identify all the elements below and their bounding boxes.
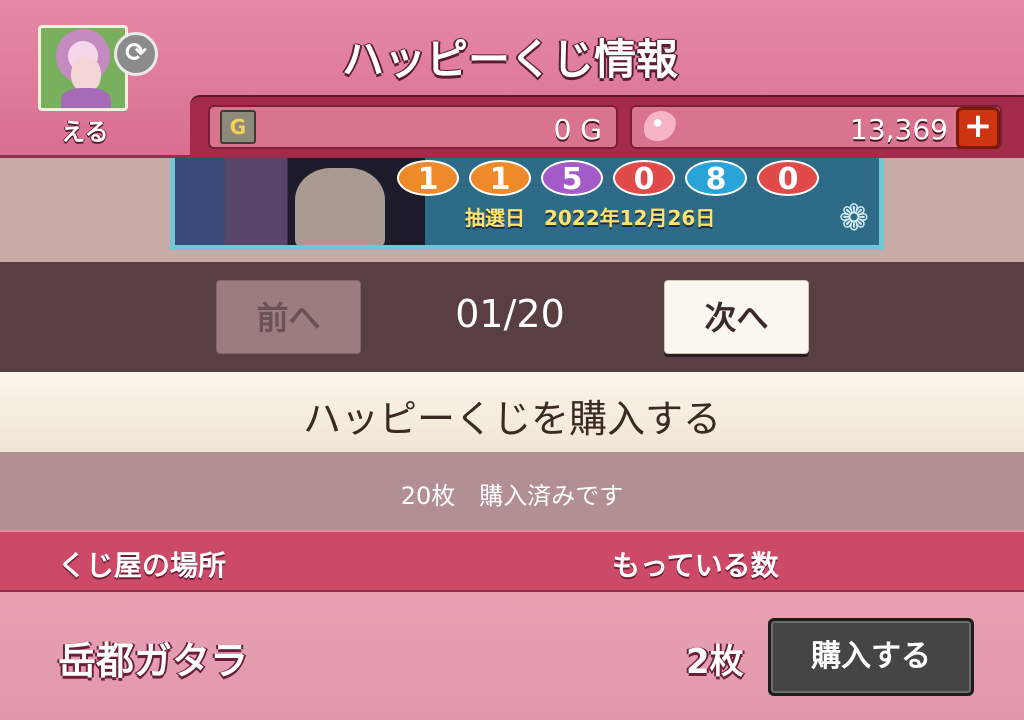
banner-artwork <box>175 158 425 245</box>
purchased-status: 20枚 購入済みです <box>400 482 624 510</box>
avatar[interactable] <box>38 25 128 111</box>
lottery-number-ball: 0 <box>757 160 819 197</box>
add-gem-button[interactable]: + <box>956 107 1000 149</box>
lottery-number-ball: 0 <box>613 160 675 197</box>
draw-date-label: 抽選日 <box>465 206 525 230</box>
table-row: 岳都ガタラ 2枚 購入する <box>0 592 1024 720</box>
purchase-heading: ハッピーくじを購入する <box>302 397 721 441</box>
gold-value: 0 G <box>553 113 602 146</box>
currency-bar: G 0 G 13,369 <box>190 95 1024 157</box>
header-bar: ⟳ える ハッピーくじ情報 G 0 G 13,369 <box>0 0 1024 158</box>
prev-button[interactable]: 前へ <box>216 280 361 354</box>
avatar-face <box>71 56 101 92</box>
shell-icon: ❁ <box>838 198 869 239</box>
buy-button[interactable]: 購入する <box>768 618 974 696</box>
row-count: 2枚 <box>686 642 744 682</box>
winning-numbers: 115080 <box>397 160 819 197</box>
table-header: くじ屋の場所 もっている数 <box>0 530 1024 592</box>
player-name: える <box>61 118 109 146</box>
draw-date: 抽選日 2022年12月26日 <box>465 202 727 231</box>
purchase-section-header: ハッピーくじを購入する <box>0 372 1024 452</box>
gem-icon <box>644 111 678 145</box>
lottery-number-ball: 1 <box>397 160 459 197</box>
lottery-number-ball: 8 <box>685 160 747 197</box>
refresh-icon[interactable]: ⟳ <box>114 32 158 76</box>
draw-date-value: 2022年12月26日 <box>543 206 716 230</box>
row-location: 岳都ガタラ <box>58 639 249 683</box>
gem-value: 13,369 <box>850 113 948 146</box>
banner-area: 115080 抽選日 2022年12月26日 ❁ <box>0 158 1024 262</box>
lottery-banner: 115080 抽選日 2022年12月26日 ❁ <box>170 158 884 250</box>
column-header-owned: もっている数 <box>612 549 779 582</box>
purchased-status-bar: 20枚 購入済みです <box>0 452 1024 530</box>
column-header-location: くじ屋の場所 <box>58 549 227 582</box>
page-title: ハッピーくじ情報 <box>341 35 678 84</box>
gold-display: G 0 G <box>208 105 618 149</box>
lottery-number-ball: 1 <box>469 160 531 197</box>
gem-display: 13,369 <box>630 105 1002 149</box>
avatar-body <box>61 88 111 108</box>
lottery-number-ball: 5 <box>541 160 603 197</box>
next-button[interactable]: 次へ <box>664 280 809 354</box>
page-indicator: 01/20 <box>455 292 565 336</box>
gold-bank-icon: G <box>220 110 256 144</box>
pagination-bar: 前へ 01/20 次へ <box>0 262 1024 372</box>
